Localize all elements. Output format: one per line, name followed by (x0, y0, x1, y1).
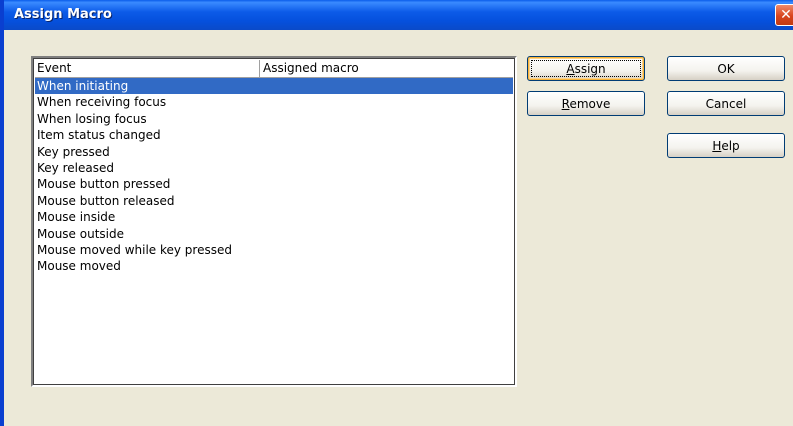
list-item[interactable]: Mouse outside (35, 226, 513, 242)
list-item[interactable]: Mouse button pressed (35, 176, 513, 192)
list-item[interactable]: Mouse button released (35, 193, 513, 209)
list-item[interactable]: Mouse inside (35, 209, 513, 225)
remove-button[interactable]: Remove (527, 91, 645, 116)
cancel-button-label: Cancel (705, 96, 747, 111)
column-header-event[interactable]: Event (35, 60, 260, 77)
list-rows: When initiating When receiving focus When … (35, 78, 513, 275)
assign-button-label: Assign (566, 61, 606, 76)
event-name: Mouse moved while key pressed (37, 242, 232, 257)
list-item[interactable]: Item status changed (35, 127, 513, 143)
assign-macro-dialog: Assign Macro ✕ Event Assigned macro When… (0, 0, 793, 426)
list-item[interactable]: When losing focus (35, 111, 513, 127)
close-button[interactable]: ✕ (775, 4, 793, 26)
assign-button[interactable]: Assign (527, 56, 645, 81)
ok-button-label: OK (717, 61, 735, 76)
event-name: Mouse button pressed (37, 177, 171, 192)
title-bar[interactable]: Assign Macro ✕ (4, 0, 793, 30)
event-name: When initiating (37, 79, 129, 93)
event-name: Key released (37, 160, 114, 175)
event-name: Key pressed (37, 144, 110, 159)
column-header-assigned-macro[interactable]: Assigned macro (260, 60, 515, 77)
list-item[interactable]: When receiving focus (35, 94, 513, 110)
event-name: Mouse button released (37, 193, 175, 208)
event-name: When receiving focus (37, 95, 167, 110)
event-list[interactable]: Event Assigned macro When initiating When… (31, 56, 517, 387)
list-item[interactable]: Key released (35, 160, 513, 176)
remove-button-label: Remove (561, 96, 611, 111)
window-title: Assign Macro (14, 7, 112, 22)
list-item[interactable]: Key pressed (35, 144, 513, 160)
ok-button[interactable]: OK (667, 56, 785, 81)
list-item[interactable]: Mouse moved (35, 258, 513, 274)
event-name: Mouse outside (37, 226, 124, 241)
help-button[interactable]: Help (667, 133, 785, 158)
event-name: Item status changed (37, 128, 161, 143)
event-name: Mouse inside (37, 210, 116, 225)
list-item[interactable]: When initiating (35, 78, 513, 95)
event-name: Mouse moved (37, 259, 121, 274)
close-icon: ✕ (780, 7, 792, 23)
help-button-label: Help (712, 138, 740, 153)
event-name: When losing focus (37, 111, 147, 126)
list-header: Event Assigned macro (35, 60, 513, 78)
list-item[interactable]: Mouse moved while key pressed (35, 242, 513, 258)
cancel-button[interactable]: Cancel (667, 91, 785, 116)
